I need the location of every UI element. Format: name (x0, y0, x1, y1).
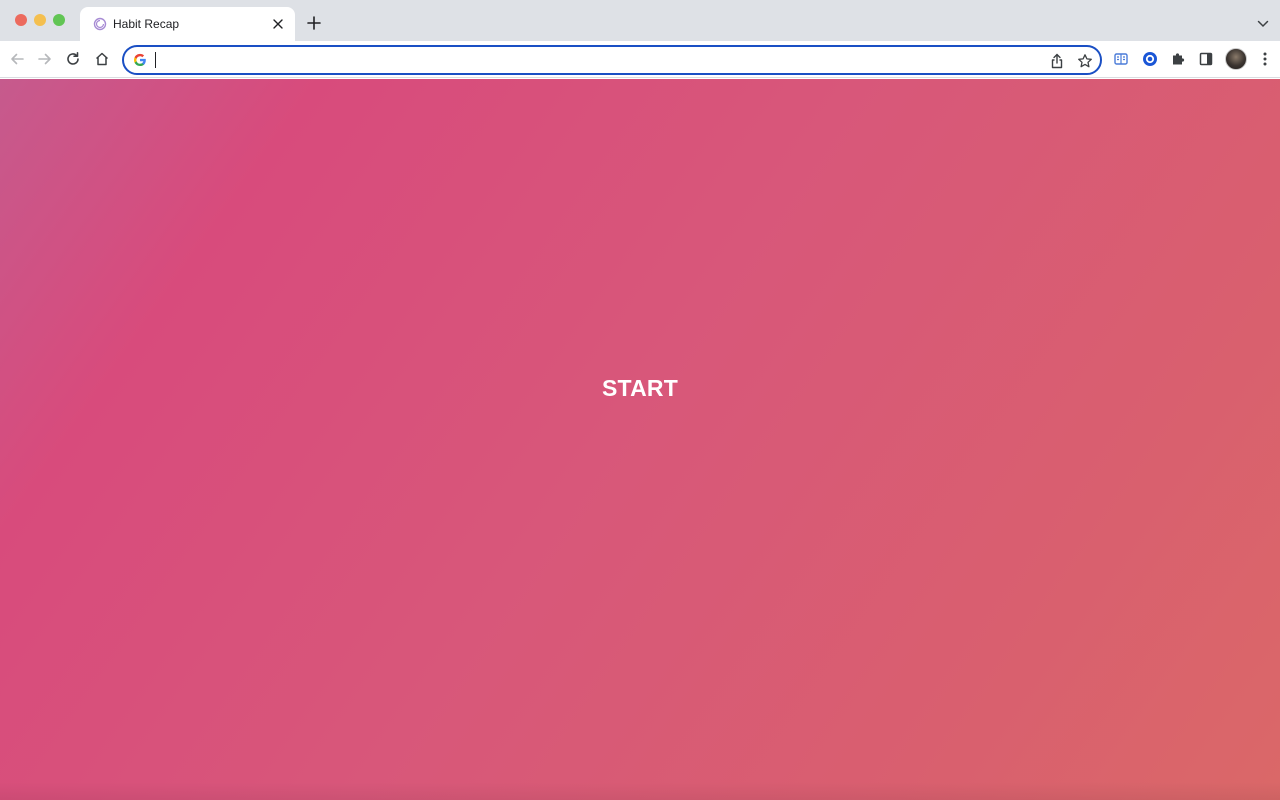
puzzle-icon[interactable] (1169, 50, 1187, 68)
tab-habit-recap[interactable]: Habit Recap (80, 7, 295, 41)
window-maximize-button[interactable] (53, 14, 65, 26)
tab-strip: Habit Recap (0, 0, 1280, 41)
profile-avatar[interactable] (1225, 48, 1247, 70)
tab-search-chevron-icon[interactable] (1254, 15, 1272, 33)
share-icon[interactable] (1048, 52, 1066, 70)
reload-icon[interactable] (64, 50, 82, 68)
tab-title: Habit Recap (113, 17, 180, 31)
address-bar[interactable] (122, 45, 1102, 75)
circle-o-icon[interactable] (1141, 50, 1159, 68)
back-arrow-icon[interactable] (8, 50, 26, 68)
page-content: START (0, 79, 1280, 800)
tab-close-icon[interactable] (269, 15, 287, 33)
window-close-button[interactable] (15, 14, 27, 26)
browser-toolbar (0, 41, 1280, 78)
tab-favicon-icon (92, 16, 108, 32)
text-caret (155, 52, 156, 68)
star-icon[interactable] (1076, 52, 1094, 70)
side-panel-icon[interactable] (1197, 50, 1215, 68)
google-icon (133, 53, 147, 67)
forward-arrow-icon[interactable] (36, 50, 54, 68)
address-input[interactable] (154, 50, 1034, 70)
reader-icon[interactable] (1112, 50, 1130, 68)
window-minimize-button[interactable] (34, 14, 46, 26)
new-tab-icon[interactable] (304, 13, 324, 33)
start-button[interactable]: START (0, 375, 1280, 402)
home-icon[interactable] (93, 50, 111, 68)
kebab-menu-icon[interactable] (1256, 50, 1274, 68)
